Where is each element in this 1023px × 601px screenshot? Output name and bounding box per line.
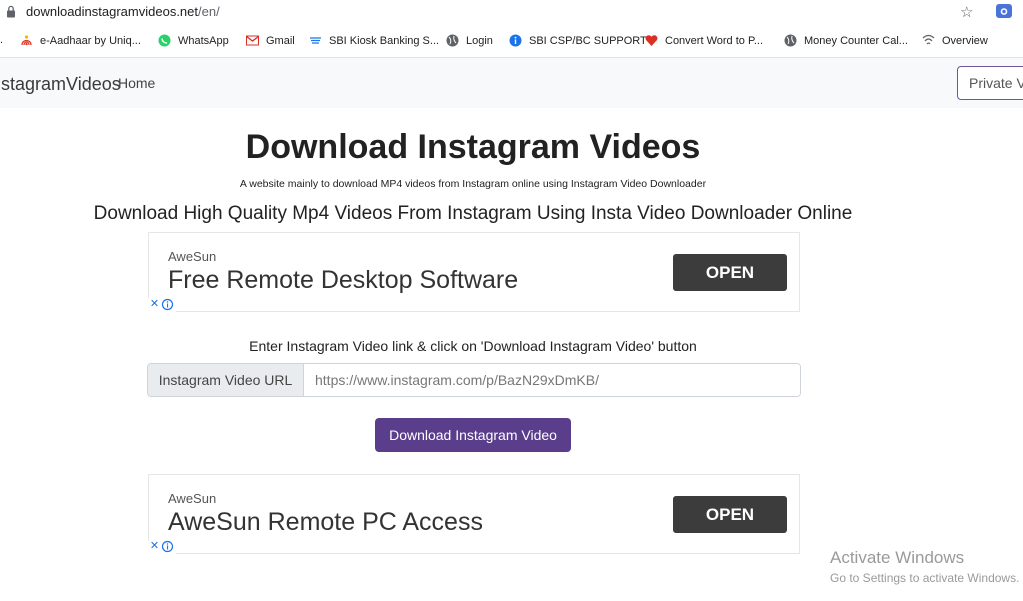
bookmark-overflow[interactable]: . [0, 34, 3, 46]
globe-icon [784, 34, 797, 47]
bookmark-sbi-kiosk[interactable]: SBI Kiosk Banking S... [309, 34, 439, 47]
ad-choices[interactable]: ✕ [148, 540, 176, 554]
heart-icon [645, 35, 658, 46]
activate-windows-watermark: Activate Windows Go to Settings to activ… [830, 548, 1019, 585]
bookmark-label: Overview [942, 34, 988, 47]
gmail-icon [246, 35, 259, 46]
info-icon [509, 34, 522, 47]
camera-icon[interactable] [996, 4, 1012, 18]
bookmark-gmail[interactable]: Gmail [246, 34, 295, 47]
sbi-icon [310, 37, 321, 44]
address-bar[interactable]: downloadinstagramvideos.net/en/ ☆ [0, 0, 1023, 24]
bookmark-money-counter[interactable]: Money Counter Cal... [784, 34, 908, 47]
adchoices-info-icon[interactable] [161, 298, 174, 311]
bookmark-label: Login [466, 34, 493, 47]
bookmark-aadhaar[interactable]: e-Aadhaar by Uniq... [20, 34, 141, 47]
download-video-button[interactable]: Download Instagram Video [375, 418, 571, 452]
url-text[interactable]: downloadinstagramvideos.net/en/ [26, 4, 220, 19]
input-label: Instagram Video URL [148, 364, 304, 396]
ad-banner[interactable]: AweSun AweSun Remote PC Access OPEN ✕ [148, 474, 800, 554]
bookmark-login[interactable]: Login [446, 34, 493, 47]
ad-brand: AweSun [168, 491, 217, 506]
url-host: downloadinstagramvideos.net [26, 4, 198, 19]
ad-banner[interactable]: AweSun Free Remote Desktop Software OPEN… [148, 232, 800, 312]
site-navbar: InstagramVideos Home Private Videos [0, 58, 1023, 108]
overview-icon [922, 34, 935, 45]
ad-headline[interactable]: Free Remote Desktop Software [168, 266, 518, 295]
whatsapp-icon [158, 34, 171, 47]
watermark-subtitle: Go to Settings to activate Windows. [830, 571, 1020, 585]
page-title: Download Instagram Videos [245, 128, 701, 166]
instruction-text: Enter Instagram Video link & click on 'D… [249, 338, 697, 354]
lock-icon [7, 5, 15, 18]
ad-headline[interactable]: AweSun Remote PC Access [168, 508, 483, 537]
ad-choices[interactable]: ✕ [148, 298, 176, 312]
instagram-url-input[interactable] [304, 364, 800, 396]
ad-brand: AweSun [168, 249, 217, 264]
ad-open-button[interactable]: OPEN [673, 496, 787, 533]
private-videos-button[interactable]: Private Videos [957, 66, 1023, 100]
ad-open-button[interactable]: OPEN [673, 254, 787, 291]
bookmark-overview[interactable]: Overview [922, 34, 988, 47]
adchoices-info-icon[interactable] [161, 540, 174, 553]
url-input-group: Instagram Video URL [147, 363, 801, 397]
page-heading: Download High Quality Mp4 Videos From In… [93, 203, 853, 224]
globe-icon [446, 34, 459, 47]
star-icon[interactable]: ☆ [960, 3, 973, 21]
bookmarks-bar: . e-Aadhaar by Uniq... WhatsApp Gmail SB… [0, 24, 1023, 58]
nav-home-link[interactable]: Home [118, 75, 155, 91]
bookmark-sbi-support[interactable]: SBI CSP/BC SUPPORT [509, 34, 647, 47]
bookmark-convert-word[interactable]: Convert Word to P... [645, 34, 763, 47]
watermark-title: Activate Windows [830, 548, 965, 567]
close-icon[interactable]: ✕ [148, 540, 161, 553]
bookmark-label: Money Counter Cal... [804, 34, 908, 47]
bookmark-label: SBI Kiosk Banking S... [329, 34, 440, 47]
bookmark-label: e-Aadhaar by Uniq... [40, 34, 141, 47]
page-subtitle: A website mainly to download MP4 videos … [239, 178, 707, 190]
bookmark-label: SBI CSP/BC SUPPORT [529, 34, 647, 47]
bookmark-label: Convert Word to P... [665, 34, 764, 47]
bookmark-whatsapp[interactable]: WhatsApp [158, 34, 229, 47]
close-icon[interactable]: ✕ [148, 298, 161, 311]
bookmark-label: WhatsApp [178, 34, 229, 47]
site-brand[interactable]: InstagramVideos [0, 74, 121, 95]
url-path: /en/ [198, 4, 220, 19]
bookmark-label: Gmail [266, 34, 295, 47]
aadhaar-icon [21, 35, 32, 46]
